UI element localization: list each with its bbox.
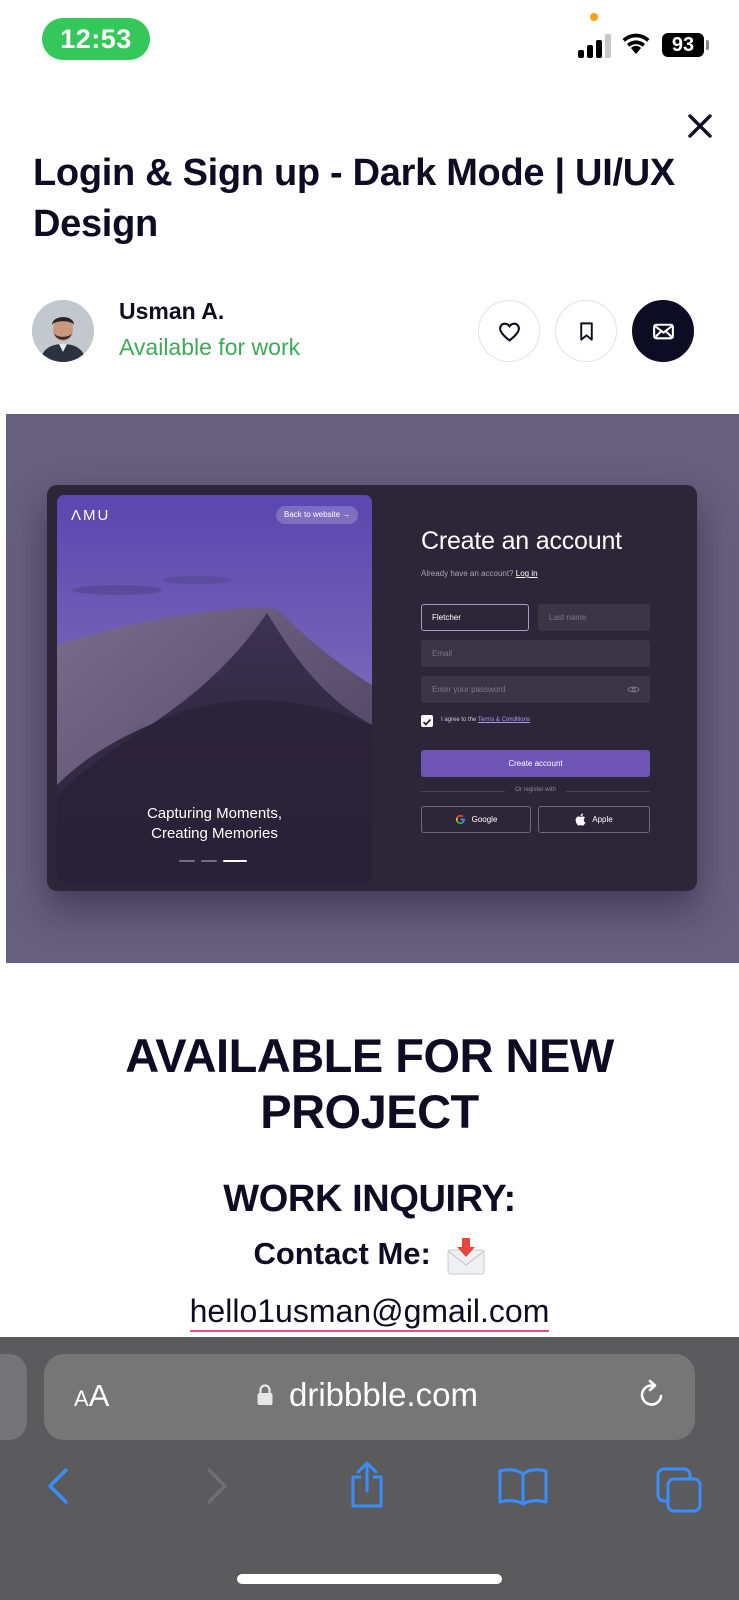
home-indicator[interactable] [237,1574,502,1584]
previous-tab-preview[interactable] [0,1354,27,1440]
status-bar: 12:53 93 [0,0,739,80]
contact-label: Contact Me: [253,1236,431,1272]
signup-card-mockup: ΛMU Back to website → Capturing Moments,… [47,485,697,891]
description-heading: AVAILABLE FOR NEW PROJECT [0,1028,739,1140]
terms-text: I agree to the Terms & Conditions [441,717,530,723]
password-field: Enter your password [421,676,650,703]
google-icon [455,814,465,825]
last-name-field: Last name [538,604,650,631]
login-link: Log in [515,569,538,578]
checkmark-icon [422,718,432,726]
message-button[interactable] [632,300,694,362]
close-icon[interactable] [682,108,718,144]
save-button[interactable] [555,300,617,362]
register-divider-text: Or register with [515,787,556,793]
author-row: Usman A. Available for work [30,298,710,366]
form-subtitle: Already have an account? Log in [421,569,538,578]
contact-line: Contact Me: [0,1236,739,1276]
text-size-button[interactable]: AA [74,1378,109,1414]
hero-caption-line1: Capturing Moments, [146,805,283,822]
battery-level: 93 [662,33,704,57]
battery-cap [706,40,709,50]
first-name-field: Fletcher [421,604,529,631]
apple-button-label: Apple [592,815,613,824]
terms-link: Terms & Conditions [477,717,530,723]
shot-title: Login & Sign up - Dark Mode | UI/UX Desi… [33,152,675,245]
brand-logo: ΛMU [71,507,111,524]
apple-icon [575,813,586,826]
hero-image-panel: ΛMU Back to website → Capturing Moments,… [57,495,372,883]
apple-button: Apple [538,806,650,833]
heart-icon [498,322,520,342]
author-availability: Available for work [119,334,301,360]
url-text[interactable]: dribbble.com [289,1376,478,1414]
lock-icon [257,1384,273,1405]
forward-arrow-icon[interactable] [201,1466,231,1506]
arrow-right-icon: → [342,510,351,519]
author-name[interactable]: Usman A. [119,298,224,325]
tabs-icon[interactable] [655,1466,703,1514]
carousel-dots [179,860,259,863]
shot-preview-image[interactable]: ΛMU Back to website → Capturing Moments,… [6,414,739,963]
hero-caption-line2: Creating Memories [151,825,278,842]
back-arrow-icon[interactable] [44,1466,74,1506]
email-field: Email [421,640,650,667]
back-to-website-button: Back to website → [276,506,359,524]
create-account-button: Create account [421,750,650,777]
author-avatar[interactable] [32,300,94,362]
form-title: Create an account [421,527,622,555]
have-account-text: Already have an account? [421,569,514,578]
terms-checkbox [421,715,433,727]
contact-email-link[interactable]: hello1usman@gmail.com [189,1293,550,1332]
contact-email[interactable]: hello1usman@gmail.com [0,1293,739,1332]
share-icon[interactable] [347,1461,387,1509]
incoming-envelope-icon [447,1238,484,1275]
status-time[interactable]: 12:53 [42,18,150,60]
like-button[interactable] [478,300,540,362]
reload-icon[interactable] [636,1379,668,1411]
back-to-website-label: Back to website [284,510,341,519]
password-placeholder: Enter your password [432,685,506,694]
google-button-label: Google [471,815,498,824]
cellular-signal-icon [578,32,614,58]
privacy-indicator-dot [590,13,598,21]
bookmark-icon [579,321,593,341]
work-inquiry-heading: WORK INQUIRY: [223,1178,516,1220]
envelope-icon [652,323,674,339]
description-heading-line2: PROJECT [260,1085,479,1138]
google-button: Google [421,806,531,833]
hero-caption: Capturing Moments, Creating Memories [57,804,372,844]
register-divider: Or register with [421,786,650,796]
bookmarks-icon[interactable] [497,1466,549,1506]
wifi-icon [622,33,650,54]
terms-prefix: I agree to the [441,717,477,723]
description-heading-line1: AVAILABLE FOR NEW [125,1029,614,1082]
eye-icon [627,686,640,693]
